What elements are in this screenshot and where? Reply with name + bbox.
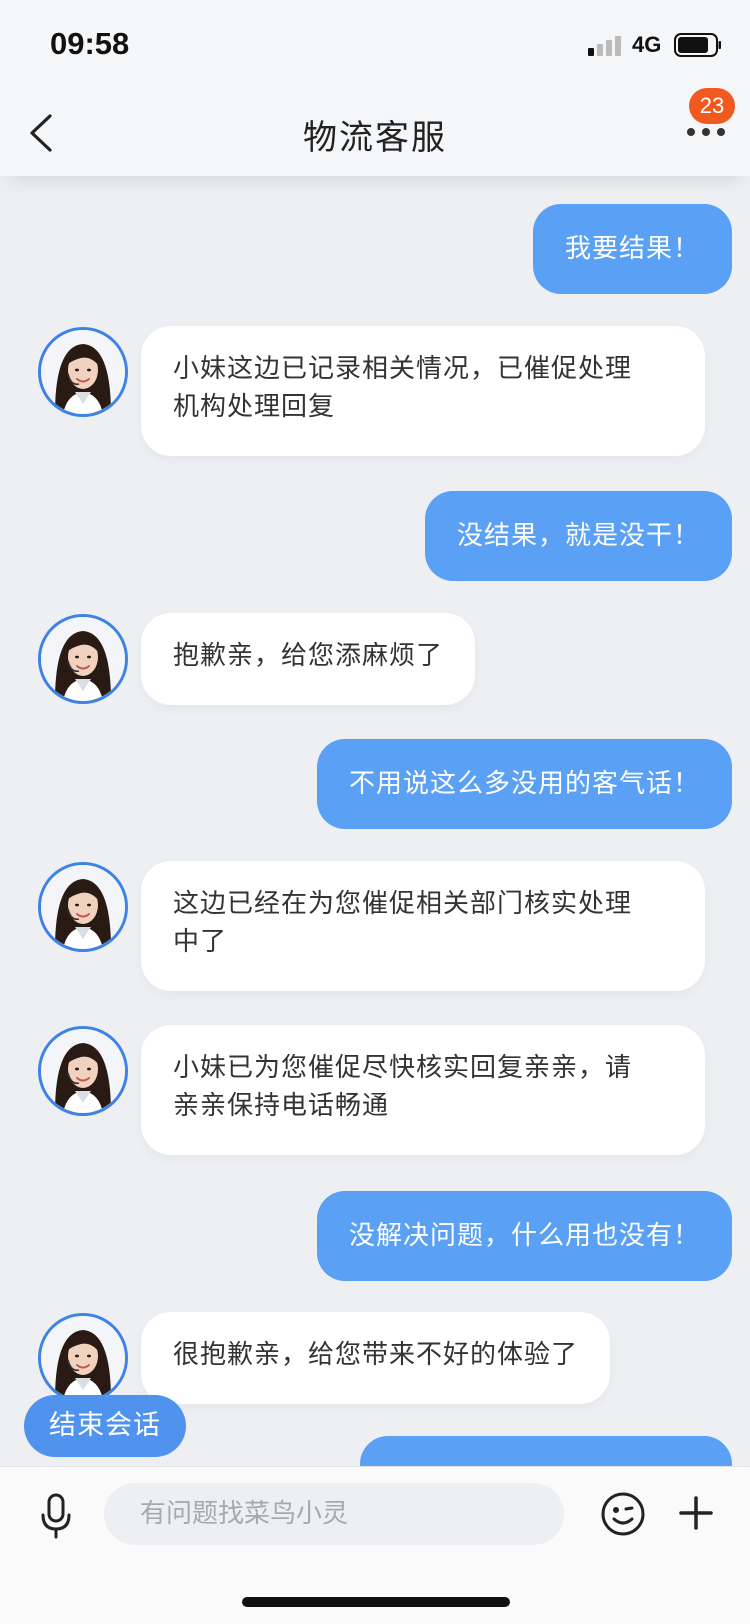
user-message: 我要结果！ [532, 204, 732, 294]
plus-icon[interactable] [678, 1495, 714, 1531]
status-time: 09:58 [50, 26, 130, 61]
agent-message-line: 机构处理回复 [173, 392, 336, 422]
agent-avatar [38, 327, 128, 417]
agent-avatar [38, 1026, 128, 1116]
agent-message: 抱歉亲，给您添麻烦了 [141, 613, 476, 705]
user-message-partial [360, 1436, 732, 1466]
notification-badge: 23 [689, 88, 735, 124]
agent-message-line: 小妹这边已记录相关情况，已催促处理 [173, 354, 633, 384]
battery-icon [674, 33, 721, 57]
end-session-button[interactable]: 结束会话 [24, 1395, 186, 1457]
agent-message-line: 中了 [173, 927, 228, 957]
page-title: 物流客服 [303, 118, 447, 158]
agent-message-line: 小妹已为您催促尽快核实回复亲亲，请 [173, 1053, 633, 1083]
message-input[interactable] [104, 1483, 564, 1545]
agent-avatar [38, 1313, 128, 1403]
network-type: 4G [632, 32, 662, 57]
agent-message-line: 亲亲保持电话畅通 [173, 1091, 390, 1121]
agent-avatar [38, 614, 128, 704]
user-message: 没结果，就是没干！ [424, 491, 732, 581]
user-message: 不用说这么多没用的客气话！ [316, 739, 732, 829]
agent-avatar [38, 862, 128, 952]
agent-message-line: 这边已经在为您催促相关部门核实处理 [173, 889, 633, 919]
message-list: 我要结果！ 小妹这边已记录相关情况，已催促处理 机构处理回复 没结果，就是没干！… [0, 176, 750, 1466]
agent-message-line: 很抱歉亲，给您带来不好的体验了 [173, 1340, 579, 1370]
agent-message: 很抱歉亲，给您带来不好的体验了 [141, 1312, 611, 1404]
agent-message: 这边已经在为您催促相关部门核实处理 中了 [141, 861, 705, 991]
signal-icon [588, 34, 624, 56]
agent-message: 小妹已为您催促尽快核实回复亲亲，请 亲亲保持电话畅通 [141, 1025, 705, 1155]
more-dots-icon[interactable] [686, 126, 726, 138]
emoji-icon[interactable] [600, 1491, 646, 1537]
home-indicator [242, 1597, 510, 1607]
microphone-icon[interactable] [38, 1493, 74, 1539]
agent-message-line: 抱歉亲，给您添麻烦了 [173, 641, 444, 671]
agent-message: 小妹这边已记录相关情况，已催促处理 机构处理回复 [141, 326, 705, 456]
user-message: 没解决问题，什么用也没有！ [316, 1191, 732, 1281]
chat-header: 物流客服 [0, 90, 750, 176]
status-bar: 09:58 4G [0, 0, 750, 90]
